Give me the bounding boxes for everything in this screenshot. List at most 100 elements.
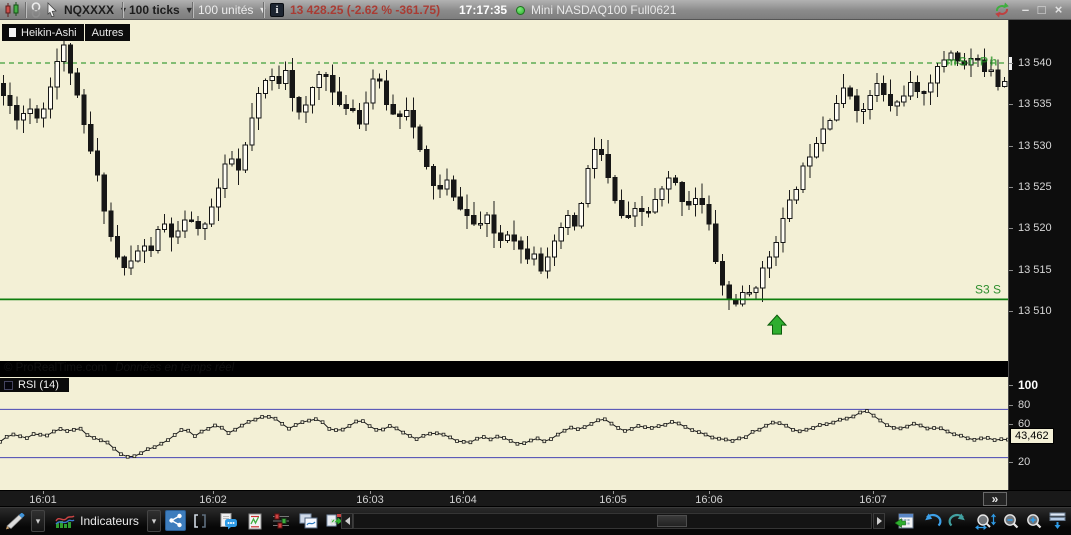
info-button[interactable]: i xyxy=(270,0,284,20)
rsi-chart[interactable] xyxy=(0,392,1008,490)
rsi-last-value-badge: 43,462 xyxy=(1010,428,1054,444)
tab-heikin-ashi[interactable]: Heikin-Ashi xyxy=(2,24,84,41)
chevron-down-icon: ▾ xyxy=(35,515,41,526)
comments-button[interactable] xyxy=(218,510,240,532)
price-tick-label: 13 520 xyxy=(1018,222,1052,234)
duplicate-window-button[interactable] xyxy=(296,510,320,532)
expand-axis-button[interactable]: » xyxy=(983,492,1007,506)
price-chart[interactable]: S3 S mSt Ph xyxy=(0,20,1008,361)
axis-tick xyxy=(1009,187,1013,188)
maximize-icon: □ xyxy=(1037,2,1046,17)
axis-tick xyxy=(1009,228,1013,229)
cursor-icon xyxy=(47,2,57,18)
separator xyxy=(192,2,193,18)
info-icon: i xyxy=(270,3,284,17)
pointer-tool-button[interactable] xyxy=(45,0,59,20)
interval-dropdown[interactable]: 100 ticks ▼ xyxy=(129,0,194,20)
objects-list-button[interactable] xyxy=(190,510,210,532)
draw-tool-dropdown[interactable]: ▾ xyxy=(31,510,45,532)
indicator-swatch-icon xyxy=(4,380,13,390)
separator xyxy=(122,2,123,18)
scroll-left-button[interactable] xyxy=(341,513,353,529)
indicators-dropdown[interactable]: ▾ xyxy=(147,510,161,532)
scrollbar-thumb[interactable] xyxy=(657,515,687,527)
axis-tick xyxy=(1009,270,1013,271)
axis-tick xyxy=(1009,104,1013,105)
chart-scrollbar[interactable] xyxy=(353,513,872,529)
price-change-value: 13 428.25 (-2.62 % -361.75) xyxy=(290,3,441,17)
triangle-left-icon xyxy=(344,517,350,525)
indicator-settings-button[interactable] xyxy=(270,510,292,532)
indicators-label: Indicateurs xyxy=(80,514,139,528)
compress-rows-button[interactable] xyxy=(1047,510,1069,532)
rsi-label: RSI (14) xyxy=(18,379,59,391)
clock-readout: 17:17:35 xyxy=(459,0,507,20)
undo-arrow-icon xyxy=(925,513,942,527)
sync-icon xyxy=(995,2,1009,18)
prorealtime-chart-window: { "toolbar_top": { "symbol": "NQXXXX", "… xyxy=(0,0,1071,535)
sliders-icon xyxy=(273,513,289,529)
zoom-custom-button[interactable] xyxy=(973,510,998,532)
news-button[interactable] xyxy=(246,510,264,532)
close-button[interactable]: × xyxy=(1051,0,1066,20)
redo-arrow-icon xyxy=(948,513,965,527)
redo-button[interactable] xyxy=(947,510,969,532)
rsi-tick-label: 80 xyxy=(1018,399,1031,411)
close-icon: × xyxy=(1054,2,1063,17)
top-toolbar: NQXXXX ▼ 100 ticks ▼ 100 unités ▼ i 13 4… xyxy=(0,0,1071,20)
scroll-right-button[interactable] xyxy=(873,513,885,529)
news-page-icon xyxy=(248,513,261,529)
tab-label: Heikin-Ashi xyxy=(21,26,77,39)
go-to-date-button[interactable] xyxy=(893,510,917,532)
separator xyxy=(263,2,264,18)
minimize-icon: – xyxy=(1021,2,1030,17)
indicators-button[interactable]: Indicateurs xyxy=(49,510,145,532)
time-tick-label: 16:02 xyxy=(199,494,227,506)
axis-tick xyxy=(1009,146,1013,147)
draw-tool-button[interactable] xyxy=(2,510,30,532)
time-tick-label: 16:05 xyxy=(599,494,627,506)
indicators-icon xyxy=(55,515,75,528)
chart-type-candlestick-icon[interactable] xyxy=(3,0,23,20)
chart-annotation: mSt Ph xyxy=(946,54,999,68)
rsi-tick-label: 100 xyxy=(1018,378,1039,392)
price-tick-label: 13 530 xyxy=(1018,140,1052,152)
symbol-dropdown[interactable]: NQXXXX ▼ xyxy=(64,0,128,20)
interval-label: 100 ticks xyxy=(129,3,180,17)
collapse-toolbar-button[interactable]: « xyxy=(326,510,340,532)
share-button[interactable] xyxy=(165,510,186,531)
zoom-out-icon xyxy=(1004,513,1019,528)
tab-rsi-indicator[interactable]: RSI (14) xyxy=(0,378,69,392)
axis-tick xyxy=(1009,63,1013,64)
refresh-button[interactable] xyxy=(992,0,1012,20)
connection-status xyxy=(516,0,525,20)
price-tick-label: 13 515 xyxy=(1018,264,1052,276)
zoom-out-button[interactable] xyxy=(1001,510,1021,532)
minimize-button[interactable]: – xyxy=(1018,0,1033,20)
pencil-icon xyxy=(6,512,25,529)
link-icon xyxy=(31,2,41,18)
time-axis[interactable]: 16:01 16:02 16:03 16:04 16:05 16:06 16:0… xyxy=(0,490,1071,507)
units-label: 100 unités xyxy=(198,3,254,17)
triangle-right-icon xyxy=(876,517,882,525)
undo-button[interactable] xyxy=(921,510,943,532)
rsi-tick-label: 20 xyxy=(1018,456,1031,468)
time-tick-label: 16:06 xyxy=(695,494,723,506)
link-windows-button[interactable] xyxy=(29,0,43,20)
zoom-in-icon xyxy=(1027,513,1042,528)
units-dropdown[interactable]: 100 unités ▼ xyxy=(198,0,267,20)
candle-style-icon xyxy=(9,28,16,37)
tab-autres[interactable]: Autres xyxy=(84,24,131,41)
axis-tick xyxy=(1009,385,1013,386)
clock-value: 17:17:35 xyxy=(459,3,508,17)
axis-tick xyxy=(1009,405,1013,406)
price-axis[interactable]: 13 540 13 535 13 530 13 525 13 520 13 51… xyxy=(1008,20,1071,490)
brackets-icon xyxy=(194,514,206,528)
realtime-text: Données en temps réel xyxy=(115,362,235,374)
zoom-in-button[interactable] xyxy=(1024,510,1044,532)
maximize-button[interactable]: □ xyxy=(1034,0,1049,20)
time-tick-label: 16:04 xyxy=(449,494,477,506)
windows-icon xyxy=(299,513,317,529)
buy-signal-arrow-icon xyxy=(766,314,788,335)
tab-label: Autres xyxy=(91,26,124,39)
